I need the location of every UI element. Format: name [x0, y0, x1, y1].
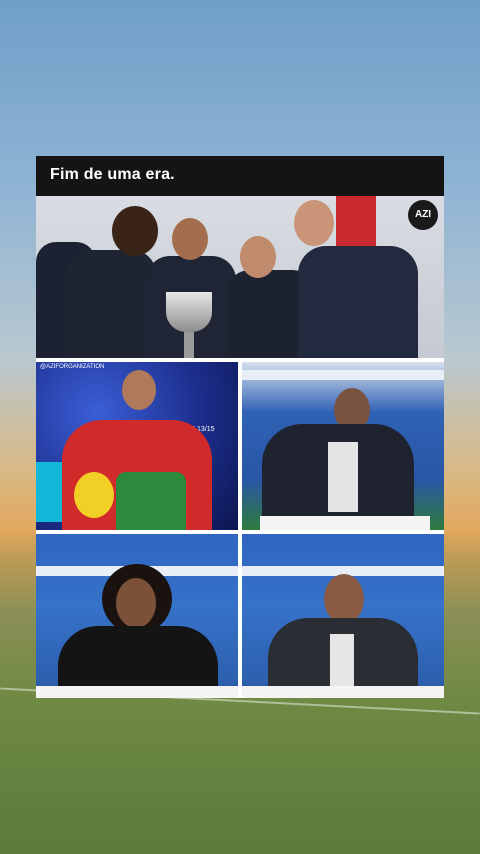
person-head	[294, 200, 334, 246]
person-head	[172, 218, 208, 260]
card-title: Fim de uma era.	[50, 166, 175, 183]
marcelo-press-photo	[36, 534, 238, 698]
social-handle: @AZIFORGANIZATION	[40, 364, 105, 370]
ad-strip	[242, 370, 444, 380]
person-head	[112, 206, 158, 256]
azi-logo: AZI	[408, 200, 438, 230]
team-trophy-photo: AZI	[36, 196, 444, 358]
person-head	[116, 578, 156, 628]
person-silhouette	[66, 250, 156, 358]
ramos-press-photo	[242, 362, 444, 530]
person-silhouette	[298, 246, 418, 358]
person-head	[240, 236, 276, 278]
press-desk	[242, 686, 444, 698]
press-desk	[260, 516, 430, 530]
person-head	[324, 574, 364, 624]
collage-card: Fim de uma era. AZI @AZIFORGANIZATION #C…	[36, 156, 444, 698]
portugal-flag-green	[116, 472, 186, 530]
shirt	[328, 442, 358, 512]
portugal-crest-icon	[74, 472, 114, 518]
shirt	[330, 634, 354, 690]
ronaldo-flag-photo: @AZIFORGANIZATION #CHAMP 13/15	[36, 362, 238, 530]
trophy-icon	[166, 292, 212, 332]
casemiro-press-photo	[242, 534, 444, 698]
title-bar: Fim de uma era.	[36, 156, 444, 196]
press-desk	[36, 686, 238, 698]
person-head	[122, 370, 156, 410]
trophy-stem	[184, 332, 194, 358]
